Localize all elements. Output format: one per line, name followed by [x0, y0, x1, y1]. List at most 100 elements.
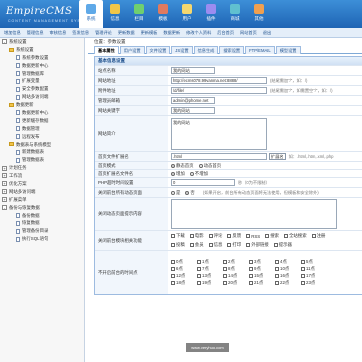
module-checkbox[interactable]: 全站搜索: [284, 233, 307, 239]
expand-icon[interactable]: +: [2, 189, 7, 195]
php-timeout-input[interactable]: 0: [171, 179, 235, 186]
checkbox-icon[interactable]: [171, 234, 175, 239]
hour-cell[interactable]: 17点: [301, 273, 327, 279]
index-file-input[interactable]: .html: [171, 153, 267, 160]
radio-icon[interactable]: [171, 172, 175, 176]
hour-cell[interactable]: 0点: [171, 259, 197, 265]
expand-icon[interactable]: +: [2, 197, 7, 203]
checkbox-icon[interactable]: [223, 260, 227, 264]
sidebar-item[interactable]: 扩展变量: [0, 77, 84, 85]
checkbox-icon[interactable]: [227, 234, 232, 239]
collapse-icon[interactable]: -: [2, 205, 7, 211]
sidebar-item[interactable]: 数据表与系统模型: [0, 141, 84, 149]
checkbox-icon[interactable]: [249, 267, 253, 271]
radio-icon[interactable]: [171, 164, 175, 168]
quick-menu-item[interactable]: 管理评论: [95, 30, 112, 36]
module-checkbox[interactable]: 打印: [227, 242, 241, 248]
checkbox-icon[interactable]: [275, 274, 279, 278]
attach-url-input[interactable]: /d/file/: [171, 87, 267, 94]
checkbox-icon[interactable]: [171, 242, 175, 247]
hour-cell[interactable]: 21点: [249, 280, 275, 286]
radio-option[interactable]: 动态首页: [198, 163, 221, 169]
tab-2[interactable]: 文件设置: [145, 46, 171, 54]
quick-menu-item[interactable]: 更新模板: [141, 30, 158, 36]
keywords-input[interactable]: 我的网站: [171, 107, 215, 114]
topnav-template[interactable]: 模板: [151, 0, 175, 28]
quick-menu-item[interactable]: 修改个人资料: [186, 30, 211, 36]
sidebar-item[interactable]: + 扩展菜单: [0, 196, 84, 204]
sidebar-item[interactable]: 执行SQL语句: [0, 235, 84, 243]
checkbox-icon[interactable]: [223, 267, 227, 271]
module-checkbox[interactable]: RSS: [246, 234, 260, 239]
sidebar-item[interactable]: 数据更新中心: [0, 62, 84, 70]
sidebar-item[interactable]: 管理数据库: [0, 70, 84, 78]
quick-menu-item[interactable]: 数据更新: [163, 30, 180, 36]
close-msg-textarea[interactable]: [171, 199, 337, 229]
hour-cell[interactable]: 5点: [301, 259, 327, 265]
module-checkbox[interactable]: 提示器: [273, 242, 292, 248]
checkbox-icon[interactable]: [275, 267, 279, 271]
topnav-shop[interactable]: 商城: [223, 0, 247, 28]
hour-cell[interactable]: 11点: [301, 266, 327, 272]
hour-cell[interactable]: 13点: [197, 273, 223, 279]
hour-cell[interactable]: 1点: [197, 259, 223, 265]
sidebar-item[interactable]: + 工作流: [0, 172, 84, 180]
sidebar-item[interactable]: 备份数据: [0, 212, 84, 220]
tab-3[interactable]: JS设置: [171, 46, 193, 54]
module-checkbox[interactable]: 反馈: [227, 233, 241, 239]
hour-cell[interactable]: 2点: [223, 259, 249, 265]
hour-cell[interactable]: 3点: [249, 259, 275, 265]
checkbox-icon[interactable]: [273, 242, 278, 247]
hour-cell[interactable]: 6点: [171, 266, 197, 272]
checkbox-icon[interactable]: [301, 274, 305, 278]
collapse-icon[interactable]: -: [2, 39, 7, 45]
radio-icon[interactable]: [198, 164, 203, 168]
module-checkbox[interactable]: 会员: [189, 242, 204, 248]
hour-cell[interactable]: 4点: [275, 259, 301, 265]
sidebar-item[interactable]: + 计划任务: [0, 164, 84, 172]
checkbox-icon[interactable]: [171, 274, 175, 278]
radio-option[interactable]: 静态首页: [171, 163, 194, 169]
quick-menu-item[interactable]: 签发信息: [72, 30, 89, 36]
quick-menu-item[interactable]: 增加信息: [4, 30, 21, 36]
sidebar-item[interactable]: + 网站多访问端: [0, 188, 84, 196]
sidebar-item[interactable]: 数据更新: [0, 101, 84, 109]
site-url-input[interactable]: http://ecms078.99vanma.net:8888/: [171, 77, 267, 84]
quick-menu-item[interactable]: 管理信息: [27, 30, 44, 36]
module-checkbox[interactable]: 注册: [311, 233, 325, 239]
module-checkbox[interactable]: 信息: [208, 242, 222, 248]
sidebar-item[interactable]: 系统参数设置: [0, 54, 84, 62]
module-checkbox[interactable]: 下载: [171, 233, 185, 239]
hour-cell[interactable]: 7点: [197, 266, 223, 272]
hour-cell[interactable]: 12点: [171, 273, 197, 279]
hour-cell[interactable]: 10点: [275, 266, 301, 272]
sidebar-item[interactable]: + 优化方案: [0, 180, 84, 188]
topnav-plugin[interactable]: 插件: [199, 0, 223, 28]
tab-5[interactable]: 搜索设置: [219, 46, 245, 54]
checkbox-icon[interactable]: [275, 260, 279, 264]
sidebar-item[interactable]: 网站多访问端: [0, 93, 84, 101]
radio-option[interactable]: 不增加: [189, 171, 208, 177]
sidebar-item[interactable]: 系统设置: [0, 46, 84, 54]
topnav-user[interactable]: 用户: [175, 0, 199, 28]
checkbox-icon[interactable]: [197, 267, 201, 271]
tab-6[interactable]: FTP/EMAIL: [245, 46, 275, 54]
expand-icon[interactable]: +: [2, 181, 7, 187]
tab-4[interactable]: 信息生成: [193, 46, 219, 54]
checkbox-icon[interactable]: [249, 274, 253, 278]
radio-icon[interactable]: [185, 190, 190, 195]
checkbox-icon[interactable]: [275, 281, 279, 285]
expand-icon[interactable]: +: [2, 165, 7, 171]
radio-option[interactable]: 否: [185, 190, 195, 196]
checkbox-icon[interactable]: [284, 234, 289, 239]
module-checkbox[interactable]: 外部链接: [246, 242, 269, 248]
sidebar-item[interactable]: 更新缓存数据: [0, 117, 84, 125]
checkbox-icon[interactable]: [249, 281, 253, 285]
sidebar-item[interactable]: 数据更新中心: [0, 109, 84, 117]
checkbox-icon[interactable]: [246, 234, 251, 239]
radio-option[interactable]: 是: [171, 190, 180, 196]
checkbox-icon[interactable]: [171, 281, 175, 285]
sidebar-item[interactable]: - 备份与恢复数据: [0, 204, 84, 212]
hour-cell[interactable]: 23点: [301, 280, 327, 286]
module-checkbox[interactable]: 电影: [189, 233, 204, 239]
